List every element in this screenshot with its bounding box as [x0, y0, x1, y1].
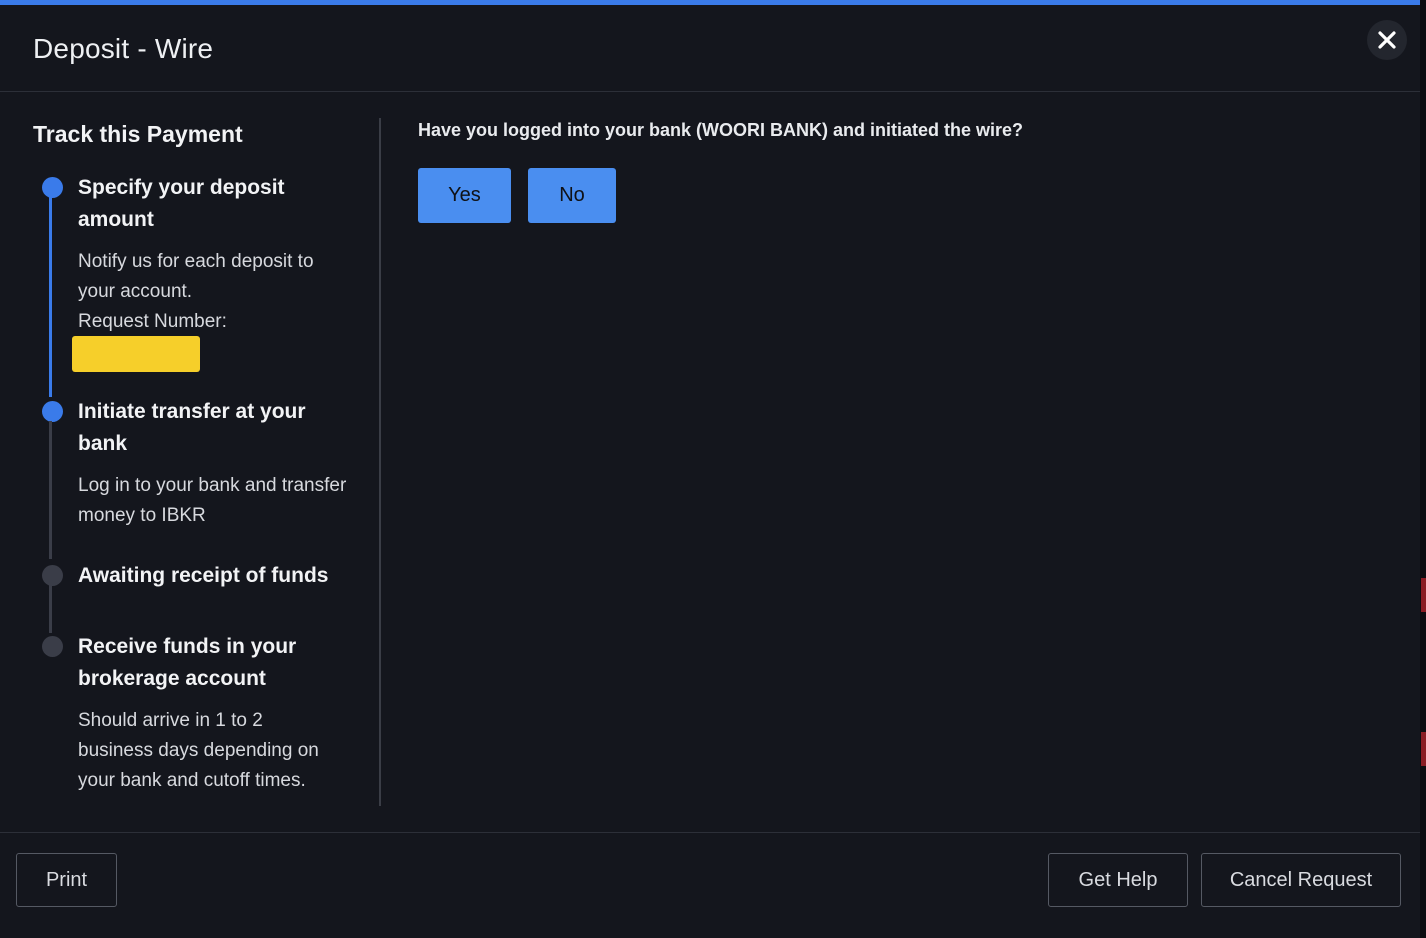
wire-question: Have you logged into your bank (WOORI BA…: [418, 120, 1024, 140]
step-1-connector: [49, 197, 52, 397]
step-2-indicator: [42, 401, 63, 422]
dialog-title: Deposit - Wire: [33, 33, 214, 64]
step-4-indicator: [42, 636, 63, 657]
confirmation-panel: Have you logged into your bank (WOORI BA…: [380, 93, 1420, 813]
close-button[interactable]: [1367, 20, 1407, 60]
redacted-request-number: [72, 336, 200, 372]
get-help-button[interactable]: Get Help: [1048, 853, 1188, 907]
step-2-connector: [49, 421, 52, 559]
background-edge: [1420, 0, 1426, 938]
step-2-title: Initiate transfer at your bank: [78, 400, 306, 455]
step-1-indicator: [42, 177, 63, 198]
deposit-wire-dialog: Deposit - Wire Track this Payment Specif…: [0, 0, 1420, 938]
dialog-footer: Print Get Help Cancel Request: [0, 832, 1420, 938]
no-button[interactable]: No: [528, 168, 616, 223]
dialog-header: Deposit - Wire: [0, 5, 1420, 92]
step-2-description: Log in to your bank and transfer money t…: [78, 475, 347, 526]
print-button[interactable]: Print: [16, 853, 117, 907]
yes-button[interactable]: Yes: [418, 168, 511, 223]
close-icon: [1378, 31, 1396, 49]
step-4-title: Receive funds in your brokerage account: [78, 635, 297, 690]
tracker-heading: Track this Payment: [33, 121, 243, 147]
step-1-title: Specify your deposit amount: [78, 176, 285, 231]
background-marker: [1421, 578, 1426, 612]
payment-tracker: Track this Payment Specify your deposit …: [0, 93, 380, 813]
request-number-label: Request Number:: [78, 311, 227, 332]
background-marker: [1421, 732, 1426, 766]
step-3-title: Awaiting receipt of funds: [78, 564, 329, 587]
step-3-indicator: [42, 565, 63, 586]
step-4-description: Should arrive in 1 to 2 business days de…: [78, 710, 319, 791]
cancel-request-button[interactable]: Cancel Request: [1201, 853, 1401, 907]
step-1-description: Notify us for each deposit to your accou…: [78, 251, 314, 302]
step-3-connector: [49, 585, 52, 633]
